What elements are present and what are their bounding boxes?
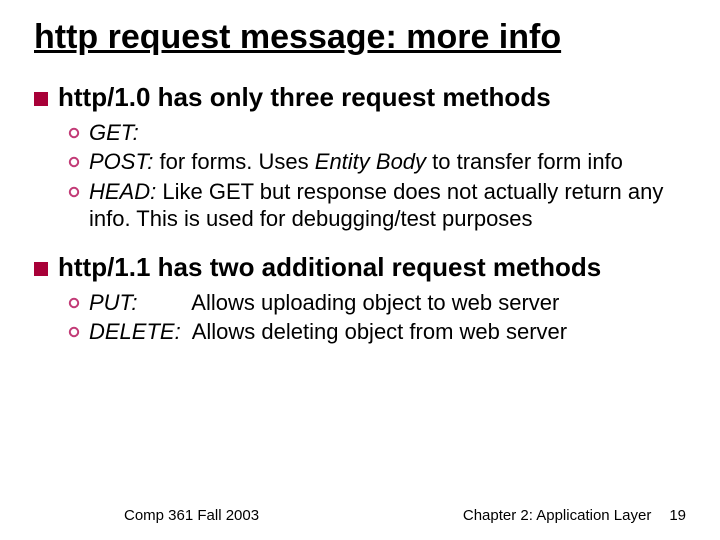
circle-bullet-icon (68, 297, 80, 309)
footer-left: Comp 361 Fall 2003 (34, 507, 259, 524)
circle-bullet-icon (68, 156, 80, 168)
item-delete: DELETE: Allows deleting object from web … (68, 318, 686, 346)
circle-bullet-icon (68, 326, 80, 338)
section-http11: http/1.1 has two additional request meth… (34, 253, 686, 346)
square-bullet-icon (34, 92, 48, 106)
item-text: HEAD: Like GET but response does not act… (89, 178, 686, 233)
desc: Allows deleting object from web server (192, 319, 567, 344)
method-name: POST: (89, 149, 153, 174)
footer-page: 19 (669, 507, 686, 524)
heading-text: http/1.0 has only three request methods (58, 83, 551, 113)
item-text: GET: (89, 119, 686, 147)
desc-part-b: to transfer form info (426, 149, 623, 174)
section-http10: http/1.0 has only three request methods … (34, 83, 686, 233)
item-text: PUT: Allows uploading object to web serv… (89, 289, 686, 317)
item-get: GET: (68, 119, 686, 147)
desc: Allows uploading object to web server (191, 290, 559, 315)
footer-chapter: Chapter 2: Application Layer (463, 507, 651, 524)
square-bullet-icon (34, 262, 48, 276)
method-name: DELETE: (89, 319, 181, 344)
heading-text: http/1.1 has two additional request meth… (58, 253, 601, 283)
slide: http request message: more info http/1.0… (0, 0, 720, 540)
method-name: GET: (89, 120, 139, 145)
desc-em: Entity Body (315, 149, 426, 174)
item-text: DELETE: Allows deleting object from web … (89, 318, 686, 346)
circle-bullet-icon (68, 186, 80, 198)
item-post: POST: for forms. Uses Entity Body to tra… (68, 148, 686, 176)
circle-bullet-icon (68, 127, 80, 139)
item-put: PUT: Allows uploading object to web serv… (68, 289, 686, 317)
desc-part-a: for forms. Uses (160, 149, 315, 174)
item-text: POST: for forms. Uses Entity Body to tra… (89, 148, 686, 176)
footer: Comp 361 Fall 2003 Chapter 2: Applicatio… (0, 507, 720, 524)
item-head: HEAD: Like GET but response does not act… (68, 178, 686, 233)
footer-right: Chapter 2: Application Layer 19 (463, 507, 686, 524)
heading-http10: http/1.0 has only three request methods (34, 83, 686, 113)
page-title: http request message: more info (34, 18, 686, 57)
heading-http11: http/1.1 has two additional request meth… (34, 253, 686, 283)
method-name: PUT: (89, 290, 137, 315)
desc: Like GET but response does not actually … (89, 179, 663, 232)
method-name: HEAD: (89, 179, 156, 204)
